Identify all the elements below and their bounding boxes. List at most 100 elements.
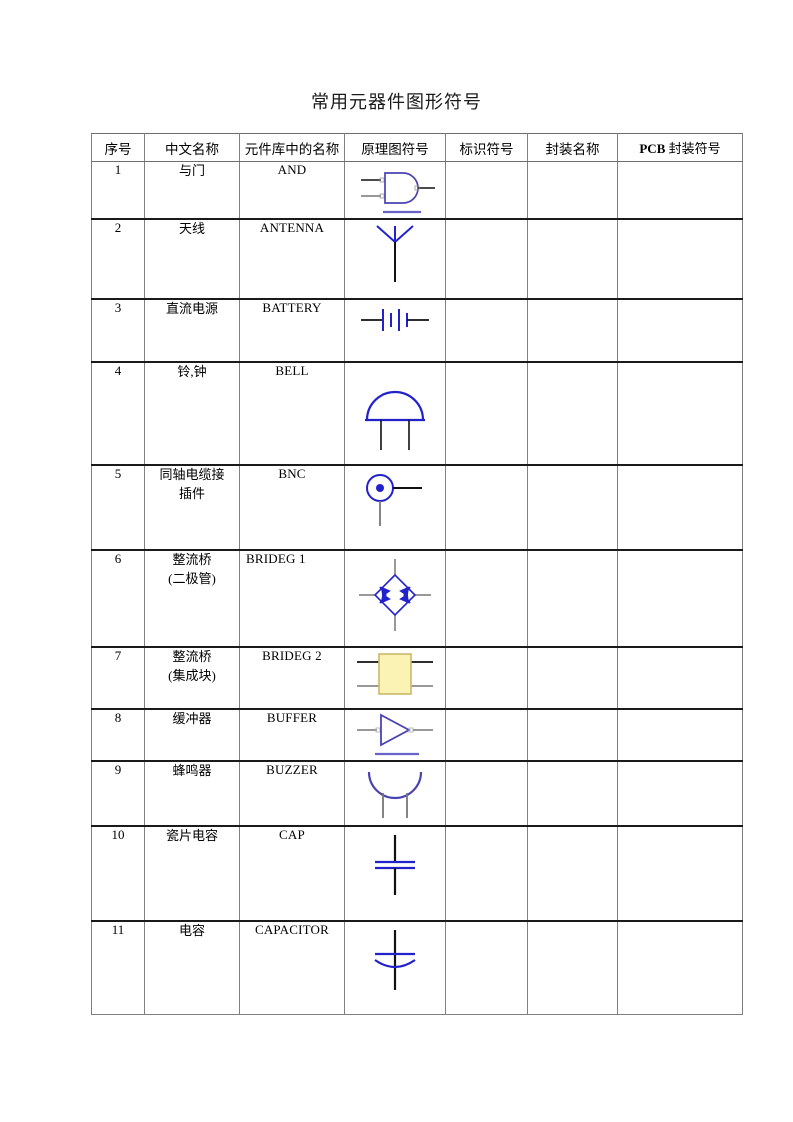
cell-designator — [445, 760, 528, 827]
cell-package-name — [527, 464, 618, 551]
buzzer-icon — [345, 762, 445, 824]
cell-index: 4 — [91, 361, 145, 466]
cell-pcb-symbol — [617, 646, 743, 710]
cell-designator — [445, 708, 528, 762]
cell-index: 6 — [91, 549, 145, 648]
cell-schematic-symbol — [344, 760, 446, 827]
cell-pcb-symbol — [617, 708, 743, 762]
header-pcb-symbol: PCB 封装符号 — [617, 133, 743, 162]
cell-designator — [445, 361, 528, 466]
table-row: 6 整流桥 (二极管) BRIDEG 1 — [91, 549, 743, 648]
cell-designator — [445, 218, 528, 300]
table-row: 1 与门 AND — [91, 161, 743, 220]
cell-index: 1 — [91, 161, 145, 220]
cell-library-name: BELL — [239, 361, 345, 466]
cell-pcb-symbol — [617, 920, 743, 1015]
cell-index: 10 — [91, 825, 145, 922]
cell-pcb-symbol — [617, 464, 743, 551]
cell-schematic-symbol — [344, 161, 446, 220]
document-page: 常用元器件图形符号 序号 中文名称 元件库中的名称 原理图符号 标识符号 封装名… — [0, 0, 793, 1122]
cell-chinese-name-line1: 同轴电缆接 — [159, 467, 225, 482]
cell-chinese-name: 与门 — [144, 161, 240, 220]
cell-designator — [445, 464, 528, 551]
cell-index: 8 — [91, 708, 145, 762]
cell-schematic-symbol — [344, 825, 446, 922]
header-index: 序号 — [91, 133, 145, 162]
cell-chinese-name: 蜂鸣器 — [144, 760, 240, 827]
cell-library-name: ANTENNA — [239, 218, 345, 300]
cell-chinese-name: 整流桥 (二极管) — [144, 549, 240, 648]
component-symbol-table: 序号 中文名称 元件库中的名称 原理图符号 标识符号 封装名称 PCB 封装符号… — [91, 133, 743, 1015]
capacitor-nonpolar-icon — [345, 827, 445, 903]
cell-chinese-name: 缓冲器 — [144, 708, 240, 762]
cell-package-name — [527, 646, 618, 710]
cell-library-name: BUFFER — [239, 708, 345, 762]
cell-package-name — [527, 361, 618, 466]
table-row: 4 铃,钟 BELL — [91, 361, 743, 466]
cell-library-name: BNC — [239, 464, 345, 551]
cell-pcb-symbol — [617, 298, 743, 363]
cell-library-name: CAP — [239, 825, 345, 922]
cell-index: 11 — [91, 920, 145, 1015]
cell-package-name — [527, 825, 618, 922]
cell-chinese-name: 直流电源 — [144, 298, 240, 363]
cell-library-name: BRIDEG 1 — [239, 549, 345, 648]
cell-index: 3 — [91, 298, 145, 363]
cell-schematic-symbol — [344, 361, 446, 466]
cell-schematic-symbol — [344, 549, 446, 648]
cell-chinese-name: 电容 — [144, 920, 240, 1015]
bridge-rectifier-ic-icon — [345, 648, 445, 700]
table-row: 8 缓冲器 BUFFER — [91, 708, 743, 762]
cell-library-name: BUZZER — [239, 760, 345, 827]
header-chinese-name: 中文名称 — [144, 133, 240, 162]
cell-pcb-symbol — [617, 825, 743, 922]
cell-index: 9 — [91, 760, 145, 827]
cell-schematic-symbol — [344, 646, 446, 710]
cell-schematic-symbol — [344, 298, 446, 363]
cell-package-name — [527, 708, 618, 762]
cell-pcb-symbol — [617, 549, 743, 648]
cell-package-name — [527, 920, 618, 1015]
header-schematic-symbol: 原理图符号 — [344, 133, 446, 162]
cell-schematic-symbol — [344, 218, 446, 300]
table-row: 11 电容 CAPACITOR — [91, 920, 743, 1015]
cell-library-name: BRIDEG 2 — [239, 646, 345, 710]
cell-designator — [445, 161, 528, 220]
cell-index: 5 — [91, 464, 145, 551]
cell-schematic-symbol — [344, 920, 446, 1015]
cell-package-name — [527, 298, 618, 363]
table-row: 7 整流桥 (集成块) BRIDEG 2 — [91, 646, 743, 710]
cell-chinese-name: 铃,钟 — [144, 361, 240, 466]
table-row: 10 瓷片电容 CAP — [91, 825, 743, 922]
cell-designator — [445, 920, 528, 1015]
cell-chinese-name: 整流桥 (集成块) — [144, 646, 240, 710]
cell-designator — [445, 646, 528, 710]
cell-pcb-symbol — [617, 161, 743, 220]
table-row: 3 直流电源 BATTERY — [91, 298, 743, 363]
cell-chinese-name-line2: (二极管) — [168, 570, 216, 586]
cell-chinese-name: 天线 — [144, 218, 240, 300]
table-header-row: 序号 中文名称 元件库中的名称 原理图符号 标识符号 封装名称 PCB 封装符号 — [91, 133, 743, 162]
cell-chinese-name-line2: (集成块) — [168, 667, 216, 683]
header-package-name: 封装名称 — [527, 133, 618, 162]
cell-pcb-symbol — [617, 760, 743, 827]
cell-designator — [445, 825, 528, 922]
cell-index: 2 — [91, 218, 145, 300]
header-library-name: 元件库中的名称 — [239, 133, 345, 162]
cell-chinese-name-line1: 整流桥 — [172, 649, 212, 664]
cell-designator — [445, 549, 528, 648]
table-row: 2 天线 ANTENNA — [91, 218, 743, 300]
table-row: 5 同轴电缆接插件 BNC — [91, 464, 743, 551]
header-pcb-rest: 封装符号 — [665, 141, 721, 156]
header-designator: 标识符号 — [445, 133, 528, 162]
cell-pcb-symbol — [617, 218, 743, 300]
cell-chinese-name-line2: 插件 — [178, 485, 205, 501]
bridge-rectifier-diodes-icon — [345, 551, 445, 639]
cell-library-name: CAPACITOR — [239, 920, 345, 1015]
cell-chinese-name-line1: 整流桥 — [172, 552, 212, 567]
cell-package-name — [527, 760, 618, 827]
symbol-table-container: 序号 中文名称 元件库中的名称 原理图符号 标识符号 封装名称 PCB 封装符号… — [91, 133, 743, 1015]
cell-package-name — [527, 549, 618, 648]
cell-library-name: BATTERY — [239, 298, 345, 363]
page-title: 常用元器件图形符号 — [311, 92, 482, 112]
